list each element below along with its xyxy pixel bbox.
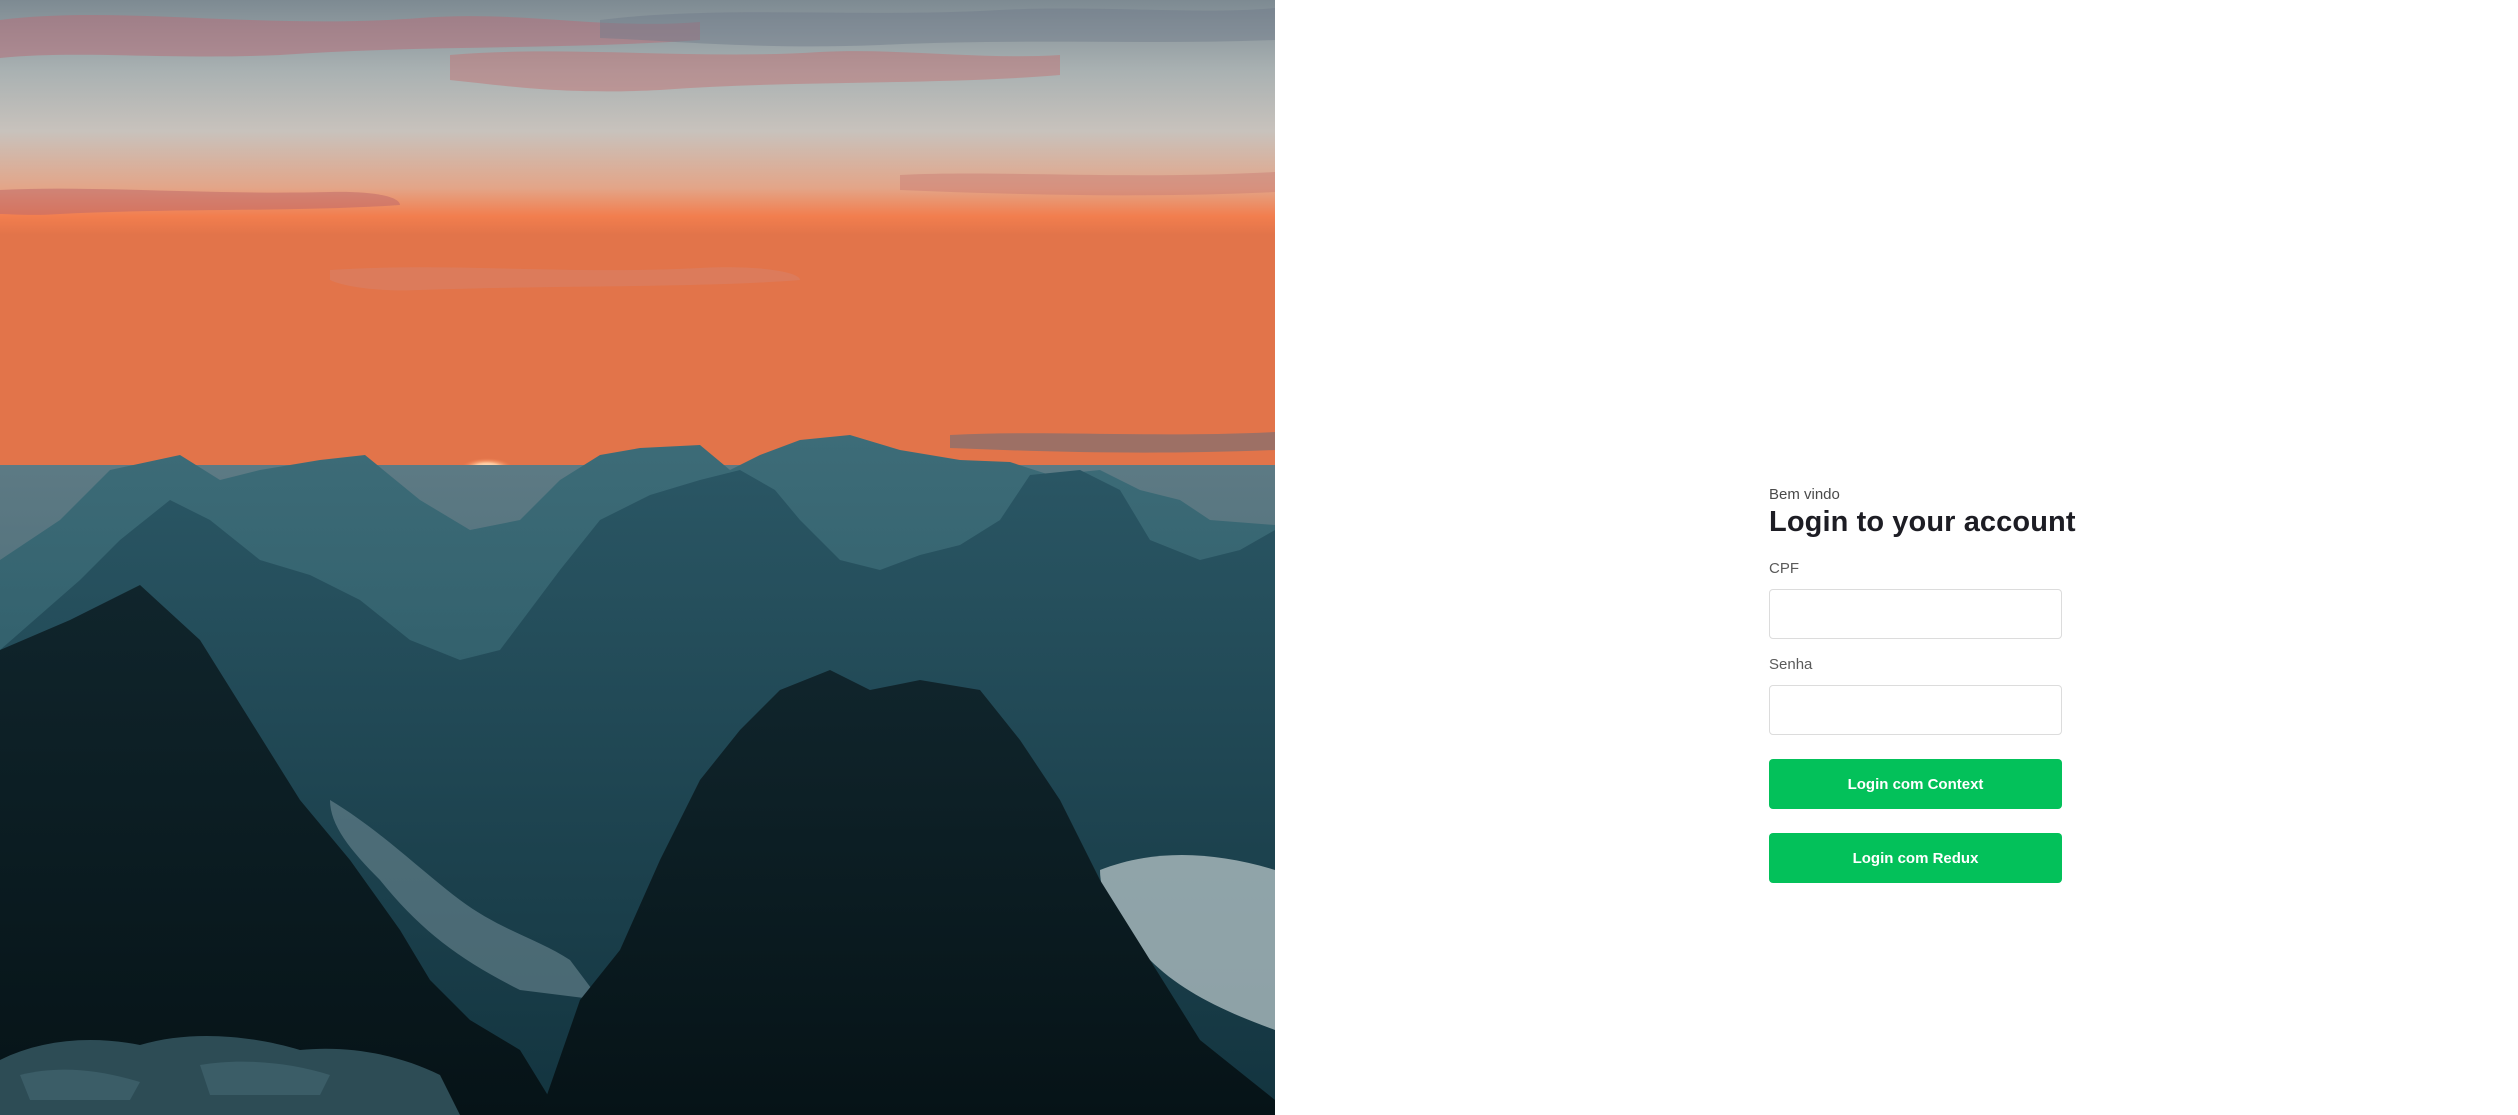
hero-image — [0, 0, 1275, 1115]
login-form: Bem vindo Login to your account CPF Senh… — [1769, 485, 2076, 907]
login-panel: Bem vindo Login to your account CPF Senh… — [1275, 0, 2518, 1115]
login-context-button[interactable]: Login com Context — [1769, 759, 2062, 809]
cpf-label: CPF — [1769, 560, 1799, 577]
page-title: Login to your account — [1769, 506, 2076, 538]
password-input[interactable] — [1769, 685, 2062, 735]
login-page: Bem vindo Login to your account CPF Senh… — [0, 0, 2518, 1115]
mountain-landscape-image — [0, 0, 1275, 1115]
password-label: Senha — [1769, 656, 1813, 673]
welcome-text: Bem vindo — [1769, 486, 1840, 503]
cpf-input[interactable] — [1769, 589, 2062, 639]
login-redux-button[interactable]: Login com Redux — [1769, 833, 2062, 883]
